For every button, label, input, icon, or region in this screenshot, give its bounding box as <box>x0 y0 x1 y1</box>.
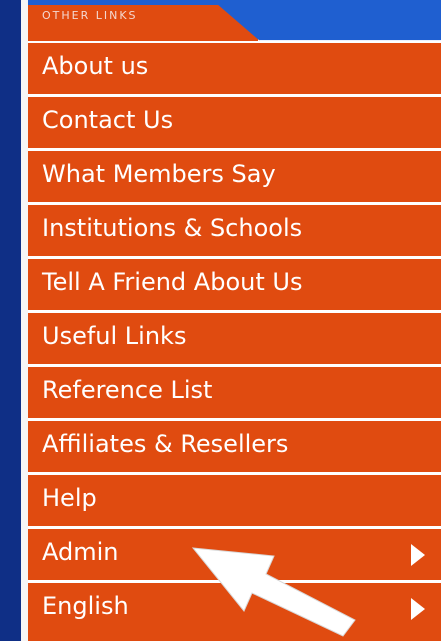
menu-item-english[interactable]: English <box>28 581 441 641</box>
other-links-menu: About us Contact Us What Members Say Ins… <box>28 41 441 641</box>
menu-item-label: Admin <box>42 538 119 566</box>
menu-item-institutions-schools[interactable]: Institutions & Schools <box>28 203 441 256</box>
menu-item-help[interactable]: Help <box>28 473 441 526</box>
menu-item-affiliates-resellers[interactable]: Affiliates & Resellers <box>28 419 441 472</box>
menu-item-about-us[interactable]: About us <box>28 41 441 94</box>
left-sidebar-accent <box>21 0 28 641</box>
menu-item-admin[interactable]: Admin <box>28 527 441 580</box>
menu-item-label: About us <box>42 52 149 80</box>
menu-item-contact-us[interactable]: Contact Us <box>28 95 441 148</box>
left-sidebar-bar <box>0 0 21 641</box>
menu-item-label: Contact Us <box>42 106 174 134</box>
menu-item-label: Reference List <box>42 376 213 404</box>
menu-item-label: English <box>42 592 129 620</box>
other-links-title: OTHER LINKS <box>42 9 138 22</box>
chevron-right-icon <box>411 598 425 620</box>
menu-item-label: Useful Links <box>42 322 187 350</box>
menu-item-reference-list[interactable]: Reference List <box>28 365 441 418</box>
menu-item-label: Affiliates & Resellers <box>42 430 289 458</box>
menu-item-what-members-say[interactable]: What Members Say <box>28 149 441 202</box>
chevron-right-icon <box>411 544 425 566</box>
menu-item-tell-a-friend[interactable]: Tell A Friend About Us <box>28 257 441 310</box>
menu-item-label: Institutions & Schools <box>42 214 303 242</box>
menu-item-label: What Members Say <box>42 160 276 188</box>
menu-item-label: Tell A Friend About Us <box>42 268 303 296</box>
other-links-panel: OTHER LINKS About us Contact Us What Mem… <box>0 0 441 641</box>
menu-item-label: Help <box>42 484 97 512</box>
menu-item-useful-links[interactable]: Useful Links <box>28 311 441 364</box>
